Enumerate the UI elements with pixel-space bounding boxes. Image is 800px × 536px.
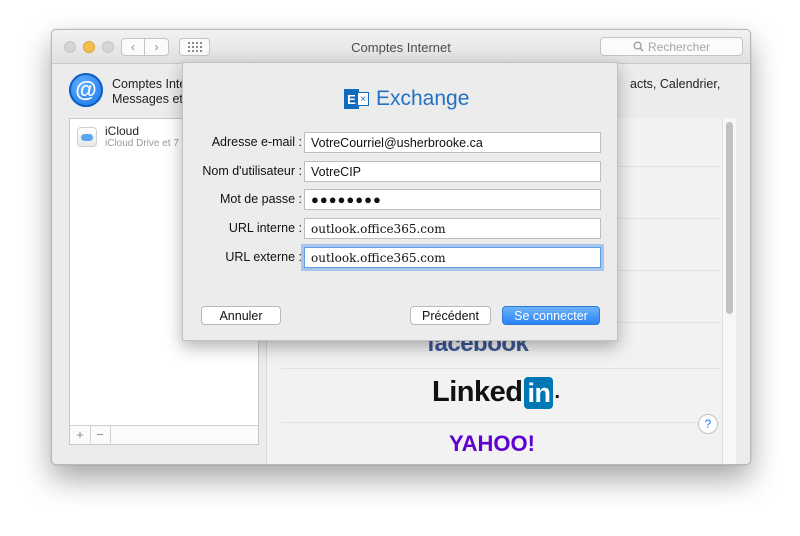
linkedin-logo[interactable]: Linked in . <box>432 376 560 409</box>
help-button[interactable]: ? <box>698 414 718 434</box>
exchange-title: Exchange <box>376 87 470 110</box>
password-row: Mot de passe : <box>183 189 619 211</box>
external-url-field[interactable] <box>304 247 601 268</box>
username-row: Nom d'utilisateur : <box>183 161 619 183</box>
linkedin-dot: . <box>554 381 560 403</box>
divider <box>281 368 721 369</box>
internal-url-row: URL interne : <box>183 218 619 240</box>
exchange-setup-sheet: E × Exchange Adresse e-mail : Nom d'util… <box>182 62 618 341</box>
internal-url-field[interactable] <box>304 218 601 239</box>
search-placeholder: Rechercher <box>647 39 711 54</box>
cancel-button[interactable]: Annuler <box>201 306 281 325</box>
intro-text-line2: Messages et <box>112 92 183 106</box>
connect-button[interactable]: Se connecter <box>502 306 600 325</box>
external-url-row: URL externe : <box>183 247 619 269</box>
previous-button[interactable]: Précédent <box>410 306 491 325</box>
search-icon <box>633 41 644 52</box>
title-bar: ‹ › Comptes Internet Rechercher <box>52 30 750 64</box>
exchange-logo: E × Exchange <box>344 87 469 111</box>
account-subtitle: iCloud Drive et 7 <box>105 138 179 149</box>
exchange-icon: E × <box>344 87 370 111</box>
linkedin-wordmark: Linked <box>432 376 523 408</box>
provider-scrollbar[interactable] <box>722 118 736 464</box>
divider <box>281 422 721 423</box>
account-name: iCloud <box>105 124 140 138</box>
email-row: Adresse e-mail : <box>183 132 619 154</box>
email-label: Adresse e-mail : <box>211 135 302 149</box>
search-field[interactable]: Rechercher <box>600 37 743 56</box>
email-field[interactable] <box>304 132 601 153</box>
password-field[interactable] <box>304 189 601 210</box>
internal-url-label: URL interne : <box>228 221 302 235</box>
external-url-label: URL externe : <box>225 250 302 264</box>
icloud-icon <box>77 127 97 147</box>
internet-accounts-icon: @ <box>69 73 103 107</box>
intro-text-line1: Comptes Inte <box>112 77 187 91</box>
yahoo-logo[interactable]: YAHOO! <box>449 431 535 457</box>
password-label: Mot de passe : <box>220 192 302 206</box>
list-toolbar: + − <box>70 425 258 444</box>
intro-text-right: acts, Calendrier, <box>630 77 721 91</box>
username-label: Nom d'utilisateur : <box>202 164 302 178</box>
scroll-thumb[interactable] <box>726 122 733 314</box>
remove-account-button[interactable]: − <box>90 426 111 443</box>
username-field[interactable] <box>304 161 601 182</box>
linkedin-badge: in <box>524 376 554 409</box>
add-account-button[interactable]: + <box>70 426 91 443</box>
